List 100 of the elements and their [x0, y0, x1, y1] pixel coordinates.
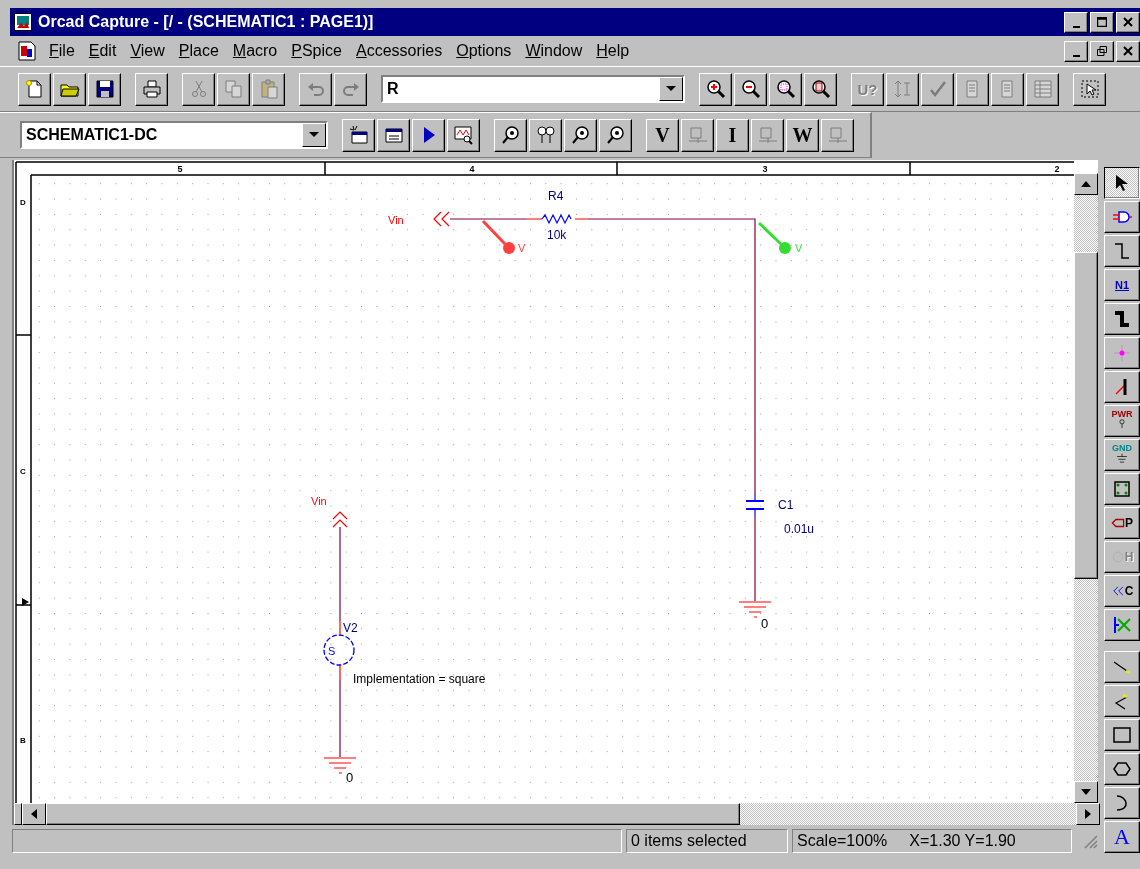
toolbar-button[interactable]: [88, 72, 121, 106]
palette-button[interactable]: N1: [1104, 269, 1140, 301]
close-icon: [1123, 46, 1133, 56]
checkmark-icon: [927, 79, 948, 99]
zoom-all-icon: [810, 79, 831, 99]
restore-button[interactable]: [1090, 40, 1114, 62]
toolbar-button[interactable]: I: [716, 118, 749, 152]
minimize-button[interactable]: [1064, 11, 1088, 33]
menu-item[interactable]: File: [42, 42, 82, 60]
menu-item[interactable]: Window: [518, 42, 590, 60]
zoom-out-icon: [740, 79, 761, 99]
split-box[interactable]: [14, 803, 22, 825]
bus-icon: [1112, 309, 1132, 329]
maximize-button[interactable]: [1090, 11, 1114, 33]
bias-icon: [757, 125, 778, 145]
scrollbar-thumb[interactable]: [1074, 252, 1098, 579]
toolbar-button[interactable]: [599, 118, 632, 152]
source-symbol-label: S: [328, 645, 336, 657]
scrollbar-thumb[interactable]: [46, 803, 740, 825]
toolbar-button[interactable]: [564, 118, 597, 152]
zoom-area-icon: [775, 79, 796, 99]
list-icon: [1032, 79, 1053, 99]
palette-button[interactable]: PWR: [1104, 405, 1140, 437]
palette-button[interactable]: P: [1104, 507, 1140, 539]
document-icon: [18, 41, 36, 61]
waveform-icon: [453, 125, 474, 145]
toolbar-button[interactable]: [769, 72, 802, 106]
scroll-down-button[interactable]: [1074, 781, 1098, 803]
horizontal-scrollbar[interactable]: [12, 803, 1100, 825]
toolbar-button[interactable]: [53, 72, 86, 106]
double-chevron-icon: [1110, 583, 1125, 599]
probe-icon: [500, 125, 521, 145]
toolbar-button[interactable]: [699, 72, 732, 106]
offpage-connector-symbol: [433, 211, 450, 227]
toolbar-button[interactable]: [342, 118, 375, 152]
window-title: Orcad Capture - [/ - (SCHEMATIC1 : PAGE1)]: [38, 13, 374, 31]
toolbar-button[interactable]: [135, 72, 168, 106]
scroll-left-button[interactable]: [22, 803, 46, 825]
offpage-connector-symbol: [332, 511, 348, 528]
vertical-scrollbar[interactable]: [1074, 160, 1098, 803]
window-sparkle-icon: [348, 125, 369, 145]
down-arrow-icon: [1081, 789, 1091, 795]
probe-icon: [605, 125, 626, 145]
palette-button[interactable]: C: [1104, 575, 1140, 607]
close-button[interactable]: [1116, 11, 1140, 33]
menu-item[interactable]: Help: [589, 42, 637, 60]
toolbar-button[interactable]: [529, 118, 562, 152]
marker-label: V: [518, 242, 526, 254]
part-property: Implementation = square: [353, 672, 486, 686]
toolbar-button[interactable]: [447, 118, 480, 152]
voltage-marker[interactable]: [481, 219, 515, 254]
ground-symbol: [323, 757, 357, 774]
border-zone-label: D: [20, 198, 26, 207]
palette-button[interactable]: [1104, 167, 1140, 199]
net-label: Vin: [311, 495, 327, 507]
no-connect-icon: [1112, 615, 1132, 635]
zone-marker-icon: [22, 598, 29, 606]
scroll-right-button[interactable]: [1076, 803, 1100, 825]
net-label: Vin: [388, 214, 404, 226]
toolbar-button[interactable]: [494, 118, 527, 152]
rectangle-icon: [1112, 725, 1132, 745]
toolbar-button[interactable]: [377, 118, 410, 152]
toolbar-button[interactable]: [18, 72, 51, 106]
part-reference: V2: [343, 621, 358, 635]
menu-item[interactable]: Macro: [225, 42, 285, 60]
scroll-up-button[interactable]: [1074, 173, 1098, 195]
close-button[interactable]: [1116, 40, 1140, 62]
menu-item[interactable]: Accessories: [348, 42, 450, 60]
combo-box[interactable]: R: [381, 75, 685, 103]
bias-icon: [827, 125, 848, 145]
menu-item[interactable]: View: [123, 42, 172, 60]
resize-grip-icon[interactable]: [1082, 833, 1098, 849]
coordinates-status: X=1.30 Y=1.90: [909, 832, 1016, 850]
part-value: 10k: [547, 228, 567, 242]
resistor-symbol: [526, 213, 589, 225]
menu-item[interactable]: Options: [449, 42, 519, 60]
toolbar-button[interactable]: [412, 118, 445, 152]
menu-item[interactable]: Edit: [81, 42, 124, 60]
voltage-source-symbol: [323, 619, 355, 681]
voltage-marker[interactable]: [757, 221, 791, 254]
scale-status: Scale=100%: [797, 832, 888, 850]
border-zone-label: 2: [1054, 164, 1060, 174]
right-arrow-icon: [1085, 809, 1091, 819]
up-down-arrow-icon: [892, 79, 913, 99]
combo-box[interactable]: SCHEMATIC1-DC: [20, 121, 328, 149]
menu-item[interactable]: Place: [171, 42, 226, 60]
menu-item[interactable]: PSpice: [284, 42, 349, 60]
palette-button[interactable]: A: [1104, 821, 1140, 853]
toolbar-button[interactable]: [804, 72, 837, 106]
part-reference: R4: [548, 189, 564, 203]
toolbar-button[interactable]: W: [786, 118, 819, 152]
capacitor-symbol: [745, 492, 765, 517]
toolbar-button[interactable]: [1073, 72, 1106, 106]
clipboard-icon: [258, 79, 279, 99]
toolbar-button[interactable]: V: [646, 118, 679, 152]
restore-icon: [1097, 46, 1107, 56]
minimize-button[interactable]: [1064, 40, 1088, 62]
left-arrow-icon: [31, 809, 37, 819]
toolbar-button[interactable]: [734, 72, 767, 106]
probe-icon: [570, 125, 591, 145]
